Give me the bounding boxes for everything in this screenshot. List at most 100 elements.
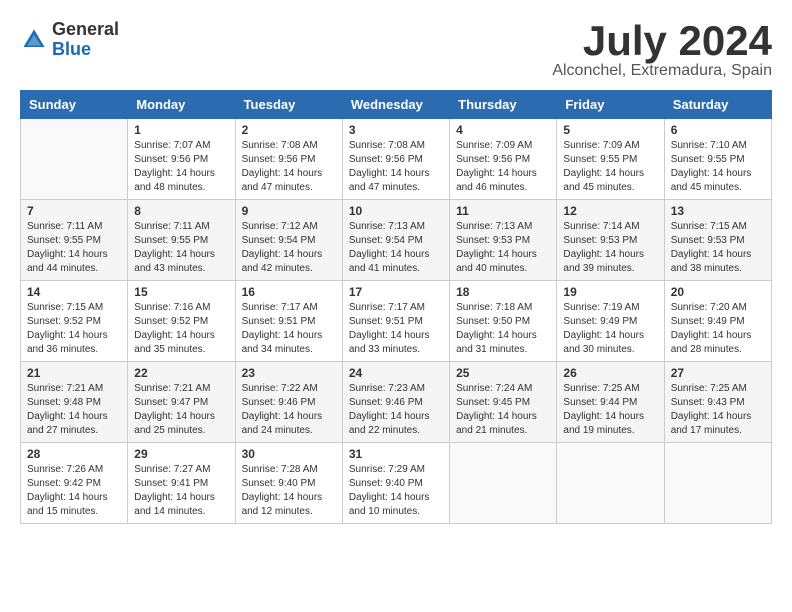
day-info: Sunrise: 7:28 AM Sunset: 9:40 PM Dayligh…	[242, 463, 336, 519]
day-cell	[557, 443, 664, 524]
day-cell: 22Sunrise: 7:21 AM Sunset: 9:47 PM Dayli…	[128, 362, 235, 443]
day-info: Sunrise: 7:09 AM Sunset: 9:56 PM Dayligh…	[456, 139, 550, 195]
day-number: 15	[134, 285, 228, 299]
day-number: 21	[27, 366, 121, 380]
day-number: 3	[349, 123, 443, 137]
day-number: 25	[456, 366, 550, 380]
day-info: Sunrise: 7:10 AM Sunset: 9:55 PM Dayligh…	[671, 139, 765, 195]
day-cell: 23 Sunrise: 7:22 AM Sunset: 9:46 PM Dayli…	[235, 362, 342, 443]
day-cell: 21 Sunrise: 7:21 AM Sunset: 9:48 PM Dayli…	[21, 362, 128, 443]
day-info: Sunrise: 7:19 AM Sunset: 9:49 PM Dayligh…	[563, 301, 657, 357]
header-cell-thursday: Thursday	[450, 91, 557, 119]
day-cell: 27 Sunrise: 7:25 AM Sunset: 9:43 PM Dayli…	[664, 362, 771, 443]
location-title: Alconchel, Extremadura, Spain	[552, 62, 772, 80]
week-row-3: 14 Sunrise: 7:15 AM Sunset: 9:52 PM Dayli…	[21, 281, 772, 362]
logo-icon	[20, 26, 48, 54]
day-cell: 5 Sunrise: 7:09 AM Sunset: 9:55 PM Daylig…	[557, 119, 664, 200]
header-cell-sunday: Sunday	[21, 91, 128, 119]
header-cell-tuesday: Tuesday	[235, 91, 342, 119]
day-number: 27	[671, 366, 765, 380]
day-cell: 28Sunrise: 7:26 AM Sunset: 9:42 PM Dayli…	[21, 443, 128, 524]
day-cell: 12 Sunrise: 7:14 AM Sunset: 9:53 PM Dayli…	[557, 200, 664, 281]
day-info: Sunrise: 7:11 AM Sunset: 9:55 PM Dayligh…	[134, 220, 228, 276]
day-info: Sunrise: 7:14 AM Sunset: 9:53 PM Dayligh…	[563, 220, 657, 276]
day-cell: 16 Sunrise: 7:17 AM Sunset: 9:51 PM Dayli…	[235, 281, 342, 362]
day-info: Sunrise: 7:08 AM Sunset: 9:56 PM Dayligh…	[349, 139, 443, 195]
day-info: Sunrise: 7:12 AM Sunset: 9:54 PM Dayligh…	[242, 220, 336, 276]
day-number: 29	[134, 447, 228, 461]
day-info: Sunrise: 7:08 AM Sunset: 9:56 PM Dayligh…	[242, 139, 336, 195]
day-info: Sunrise: 7:15 AM Sunset: 9:52 PM Dayligh…	[27, 301, 121, 357]
day-number: 23	[242, 366, 336, 380]
day-cell: 31Sunrise: 7:29 AM Sunset: 9:40 PM Dayli…	[342, 443, 449, 524]
day-number: 13	[671, 204, 765, 218]
day-cell: 26 Sunrise: 7:25 AM Sunset: 9:44 PM Dayli…	[557, 362, 664, 443]
day-cell	[664, 443, 771, 524]
day-number: 1	[134, 123, 228, 137]
day-cell: 9Sunrise: 7:12 AM Sunset: 9:54 PM Daylig…	[235, 200, 342, 281]
day-cell: 30 Sunrise: 7:28 AM Sunset: 9:40 PM Dayli…	[235, 443, 342, 524]
day-info: Sunrise: 7:09 AM Sunset: 9:55 PM Dayligh…	[563, 139, 657, 195]
header-row: SundayMondayTuesdayWednesdayThursdayFrid…	[21, 91, 772, 119]
day-info: Sunrise: 7:16 AM Sunset: 9:52 PM Dayligh…	[134, 301, 228, 357]
logo: General Blue	[20, 20, 119, 60]
day-number: 14	[27, 285, 121, 299]
day-number: 8	[134, 204, 228, 218]
page-header: General Blue July 2024 Alconchel, Extrem…	[20, 20, 772, 80]
day-number: 10	[349, 204, 443, 218]
day-cell: 6 Sunrise: 7:10 AM Sunset: 9:55 PM Daylig…	[664, 119, 771, 200]
day-number: 24	[349, 366, 443, 380]
day-number: 19	[563, 285, 657, 299]
day-cell: 3 Sunrise: 7:08 AM Sunset: 9:56 PM Daylig…	[342, 119, 449, 200]
day-cell: 2 Sunrise: 7:08 AM Sunset: 9:56 PM Daylig…	[235, 119, 342, 200]
day-info: Sunrise: 7:21 AM Sunset: 9:48 PM Dayligh…	[27, 382, 121, 438]
header-cell-wednesday: Wednesday	[342, 91, 449, 119]
day-info: Sunrise: 7:15 AM Sunset: 9:53 PM Dayligh…	[671, 220, 765, 276]
day-number: 2	[242, 123, 336, 137]
day-info: Sunrise: 7:23 AM Sunset: 9:46 PM Dayligh…	[349, 382, 443, 438]
day-cell: 7Sunrise: 7:11 AM Sunset: 9:55 PM Daylig…	[21, 200, 128, 281]
day-cell: 20Sunrise: 7:20 AM Sunset: 9:49 PM Dayli…	[664, 281, 771, 362]
week-row-4: 21 Sunrise: 7:21 AM Sunset: 9:48 PM Dayli…	[21, 362, 772, 443]
calendar-table: SundayMondayTuesdayWednesdayThursdayFrid…	[20, 90, 772, 524]
day-number: 11	[456, 204, 550, 218]
day-cell: 29Sunrise: 7:27 AM Sunset: 9:41 PM Dayli…	[128, 443, 235, 524]
day-cell	[450, 443, 557, 524]
day-number: 30	[242, 447, 336, 461]
day-cell: 15 Sunrise: 7:16 AM Sunset: 9:52 PM Dayli…	[128, 281, 235, 362]
day-number: 20	[671, 285, 765, 299]
header-cell-monday: Monday	[128, 91, 235, 119]
week-row-5: 28Sunrise: 7:26 AM Sunset: 9:42 PM Dayli…	[21, 443, 772, 524]
day-number: 6	[671, 123, 765, 137]
day-number: 26	[563, 366, 657, 380]
day-info: Sunrise: 7:22 AM Sunset: 9:46 PM Dayligh…	[242, 382, 336, 438]
day-number: 5	[563, 123, 657, 137]
day-number: 4	[456, 123, 550, 137]
header-cell-friday: Friday	[557, 91, 664, 119]
day-info: Sunrise: 7:25 AM Sunset: 9:43 PM Dayligh…	[671, 382, 765, 438]
day-info: Sunrise: 7:13 AM Sunset: 9:54 PM Dayligh…	[349, 220, 443, 276]
day-cell: 4 Sunrise: 7:09 AM Sunset: 9:56 PM Daylig…	[450, 119, 557, 200]
day-number: 31	[349, 447, 443, 461]
day-number: 16	[242, 285, 336, 299]
day-info: Sunrise: 7:07 AM Sunset: 9:56 PM Dayligh…	[134, 139, 228, 195]
day-cell: 11 Sunrise: 7:13 AM Sunset: 9:53 PM Dayli…	[450, 200, 557, 281]
day-info: Sunrise: 7:17 AM Sunset: 9:51 PM Dayligh…	[242, 301, 336, 357]
day-info: Sunrise: 7:11 AM Sunset: 9:55 PM Dayligh…	[27, 220, 121, 276]
day-info: Sunrise: 7:18 AM Sunset: 9:50 PM Dayligh…	[456, 301, 550, 357]
day-info: Sunrise: 7:17 AM Sunset: 9:51 PM Dayligh…	[349, 301, 443, 357]
day-info: Sunrise: 7:25 AM Sunset: 9:44 PM Dayligh…	[563, 382, 657, 438]
day-info: Sunrise: 7:13 AM Sunset: 9:53 PM Dayligh…	[456, 220, 550, 276]
day-cell: 17 Sunrise: 7:17 AM Sunset: 9:51 PM Dayli…	[342, 281, 449, 362]
week-row-2: 7Sunrise: 7:11 AM Sunset: 9:55 PM Daylig…	[21, 200, 772, 281]
title-area: July 2024 Alconchel, Extremadura, Spain	[552, 20, 772, 80]
day-cell	[21, 119, 128, 200]
logo-general: General	[52, 20, 119, 40]
day-number: 17	[349, 285, 443, 299]
day-cell: 14 Sunrise: 7:15 AM Sunset: 9:52 PM Dayli…	[21, 281, 128, 362]
calendar-body: 1 Sunrise: 7:07 AM Sunset: 9:56 PM Daylig…	[21, 119, 772, 524]
day-number: 22	[134, 366, 228, 380]
header-cell-saturday: Saturday	[664, 91, 771, 119]
logo-blue: Blue	[52, 40, 119, 60]
day-number: 12	[563, 204, 657, 218]
